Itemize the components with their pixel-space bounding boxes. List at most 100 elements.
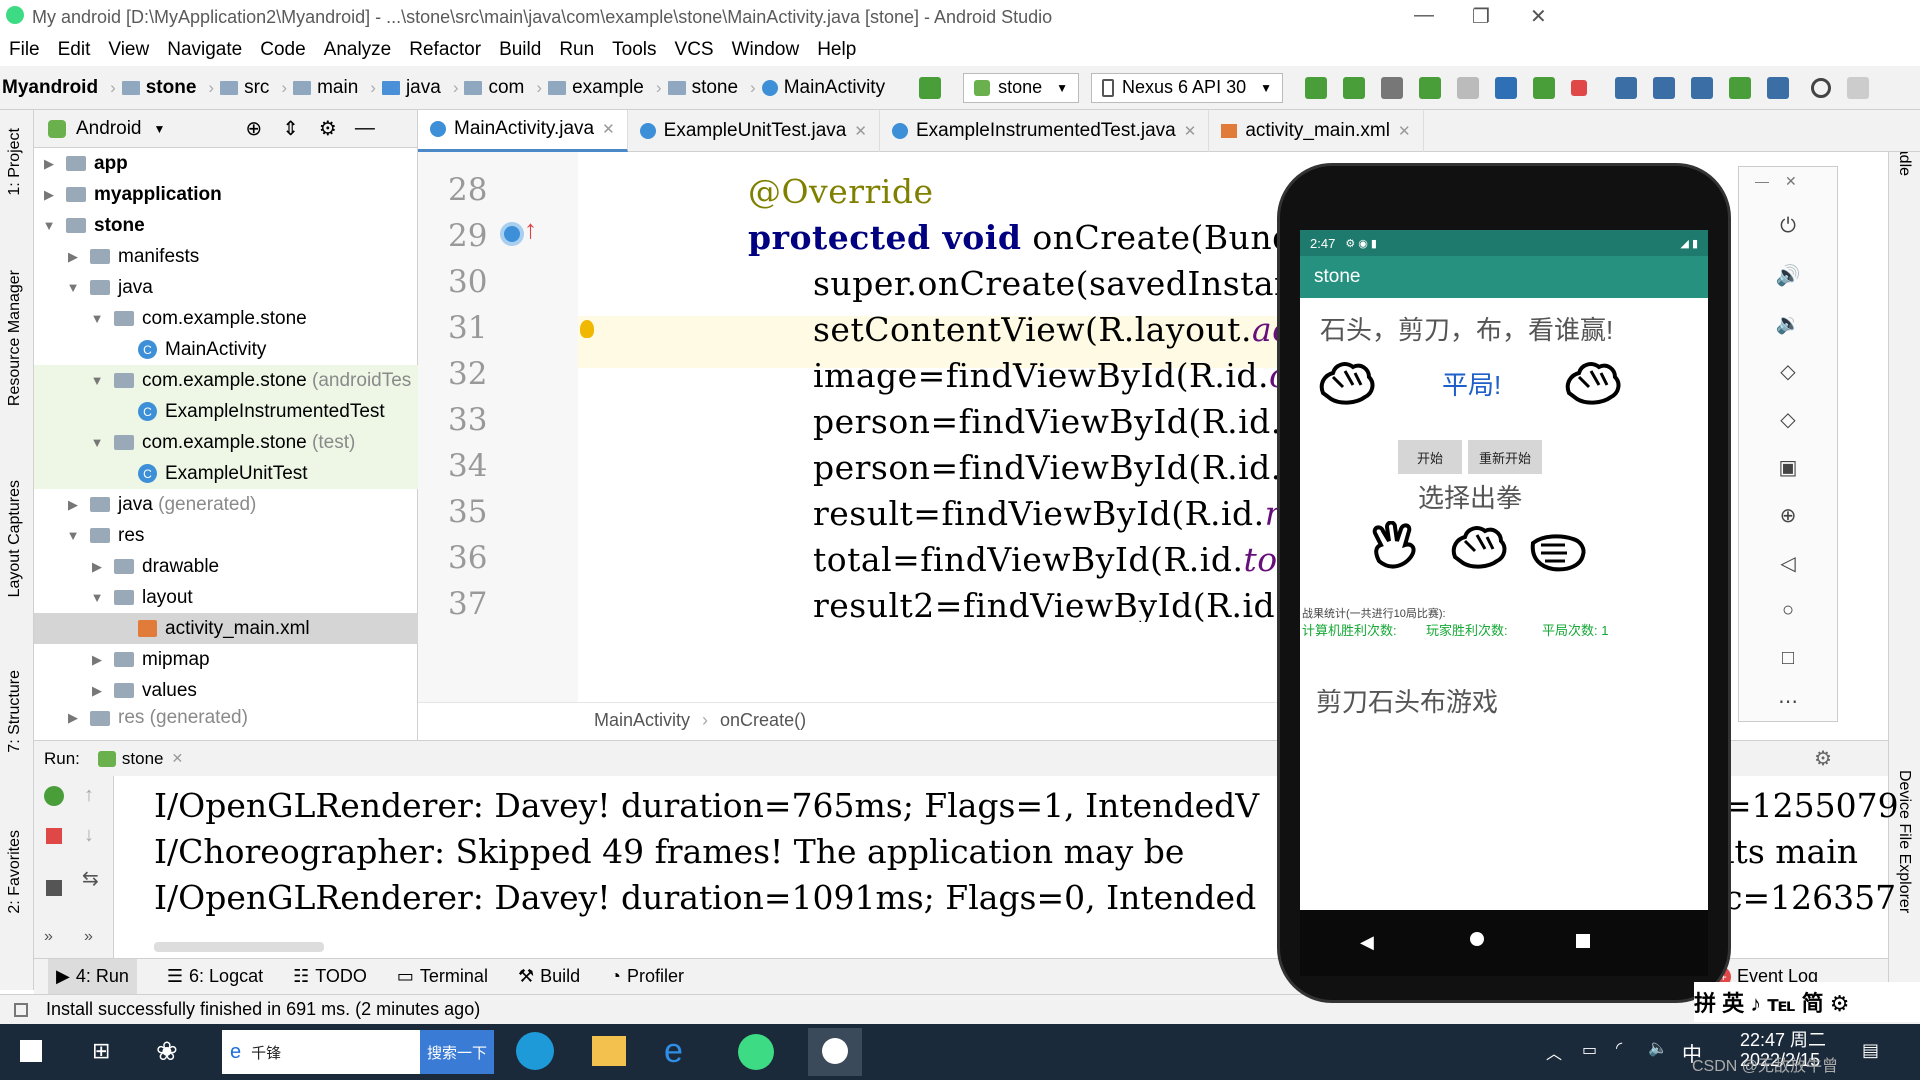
avd-manager-icon[interactable] — [1652, 76, 1675, 99]
close-tab-icon[interactable]: ✕ — [172, 750, 184, 767]
menu-code[interactable]: Code — [260, 39, 305, 61]
project-view-select[interactable]: Android — [76, 118, 142, 140]
toggle-tool-windows-icon[interactable] — [14, 1002, 28, 1017]
notification-icon[interactable]: ▤ — [1862, 1040, 1879, 1061]
stop-icon[interactable] — [1570, 79, 1587, 96]
run-tab[interactable]: ▶ 4: Run — [48, 958, 137, 995]
tree-item-mipmap[interactable]: ▶ mipmap — [34, 644, 418, 675]
resource-manager-tab[interactable]: Resource Manager — [6, 270, 24, 406]
expand-icon[interactable]: » — [84, 928, 93, 946]
close-tab-icon[interactable]: ✕ — [602, 120, 615, 138]
tree-item-java[interactable]: ▼ java — [34, 272, 418, 303]
power-icon[interactable]: ⏻ — [1775, 215, 1801, 237]
expand-icon[interactable]: » — [44, 928, 53, 946]
close-tab-icon[interactable]: ✕ — [1398, 122, 1411, 140]
apply-changes-icon[interactable] — [1304, 76, 1327, 99]
volume-up-icon[interactable]: 🔊 — [1775, 263, 1801, 287]
close-tab-icon[interactable]: ✕ — [854, 122, 867, 140]
breadcrumb-com[interactable]: com — [464, 77, 524, 99]
rerun-icon[interactable] — [44, 786, 64, 806]
breadcrumb-stone-pkg[interactable]: stone — [667, 77, 738, 99]
override-method-icon[interactable] — [500, 222, 524, 246]
tree-item-package-androidtest[interactable]: ▼ com.example.stone (androidTes — [34, 365, 418, 396]
structure-tab[interactable]: 7: Structure — [6, 670, 24, 753]
tree-item-stone[interactable]: ▼ stone — [34, 210, 418, 241]
battery-icon[interactable]: ▭ — [1582, 1040, 1597, 1060]
arrow-down-icon[interactable]: ↓ — [84, 824, 94, 847]
profile-icon[interactable] — [1494, 76, 1517, 99]
rotate-left-icon[interactable]: ◇ — [1775, 359, 1801, 383]
attach-icon[interactable] — [1456, 76, 1479, 99]
project-tool-tab[interactable]: 1: Project — [6, 128, 24, 196]
crumb-mainactivity[interactable]: MainActivity — [594, 710, 690, 731]
close-icon[interactable]: ✕ — [1530, 4, 1547, 29]
home-icon[interactable] — [1470, 932, 1484, 946]
build-tab[interactable]: ⚒ Build — [518, 966, 580, 987]
menu-help[interactable]: Help — [817, 39, 856, 61]
breadcrumb-mainactivity[interactable]: MainActivity — [761, 77, 885, 99]
tab-exampleinstrumentedtest[interactable]: ExampleInstrumentedTest.java ✕ — [880, 109, 1210, 152]
horizontal-scrollbar[interactable] — [154, 942, 324, 952]
sdk-manager-icon[interactable] — [1766, 76, 1789, 99]
tree-item-java-generated[interactable]: ▶ java (generated) — [34, 489, 418, 520]
tree-item-mainactivity[interactable]: C MainActivity — [34, 334, 418, 365]
logcat-tab[interactable]: ☰ 6: Logcat — [167, 966, 263, 987]
device-select[interactable]: Nexus 6 API 30 ▼ — [1091, 72, 1283, 103]
terminal-tab[interactable]: ▭ Terminal — [397, 966, 488, 987]
menu-refactor[interactable]: Refactor — [409, 39, 481, 61]
breadcrumb-main[interactable]: main — [293, 77, 358, 99]
app-launcher-icon[interactable]: ❀ — [156, 1036, 178, 1067]
menu-navigate[interactable]: Navigate — [167, 39, 242, 61]
gear-icon[interactable]: ⚙ — [319, 116, 337, 141]
tab-exampleunittest[interactable]: ExampleUnitTest.java ✕ — [628, 109, 880, 152]
tray-chevron-icon[interactable]: ︿ — [1546, 1040, 1562, 1064]
camera-icon[interactable]: ▣ — [1775, 455, 1801, 479]
ie-icon[interactable]: e — [664, 1032, 683, 1071]
tree-item-manifests[interactable]: ▶ manifests — [34, 241, 418, 272]
hammer-icon[interactable] — [919, 76, 942, 99]
search-button[interactable]: 搜索一下 — [420, 1030, 494, 1074]
user-icon[interactable] — [1846, 76, 1869, 99]
tree-item-drawable[interactable]: ▶ drawable — [34, 551, 418, 582]
more-icon[interactable]: ⋯ — [1775, 689, 1801, 713]
start-button[interactable]: 开始 — [1398, 440, 1462, 474]
tree-item-values[interactable]: ▶ values — [34, 675, 418, 706]
tree-item-activity-main-xml[interactable]: activity_main.xml — [34, 613, 418, 644]
breadcrumb-myandroid[interactable]: Myandroid — [2, 77, 98, 99]
rock-option-image[interactable] — [1444, 516, 1514, 586]
menu-edit[interactable]: Edit — [58, 39, 91, 61]
soft-wrap-icon[interactable]: ⇆ — [82, 866, 99, 891]
run-config-select[interactable]: stone ▼ — [963, 72, 1080, 103]
android-studio-taskbar-icon[interactable] — [738, 1034, 774, 1070]
layout-icon[interactable] — [46, 880, 62, 896]
wifi-icon[interactable]: ◜ — [1616, 1038, 1622, 1058]
menu-analyze[interactable]: Analyze — [324, 39, 392, 61]
breadcrumb-example[interactable]: example — [548, 77, 644, 99]
minimize-icon[interactable]: — — [1755, 173, 1769, 189]
emulator-screen[interactable]: 2:47 ⚙ ◉ ▮ ◢ ▮ stone 石头，剪刀，布，看谁赢! 平局! 开始… — [1300, 230, 1708, 910]
code-editor[interactable]: 28 29 30 31 32 33 34 35 36 37 ↑ @Overrid… — [418, 152, 1361, 702]
debug-icon[interactable] — [1418, 76, 1441, 99]
menu-build[interactable]: Build — [499, 39, 541, 61]
volume-down-icon[interactable]: 🔉 — [1775, 311, 1801, 335]
overview-icon[interactable]: □ — [1775, 647, 1801, 669]
lightbulb-icon[interactable] — [580, 320, 594, 338]
run-config-tab[interactable]: stone — [122, 749, 164, 769]
restore-icon[interactable]: ❐ — [1472, 4, 1490, 29]
menu-view[interactable]: View — [108, 39, 149, 61]
sync-icon[interactable] — [1690, 76, 1713, 99]
todo-tab[interactable]: ☷ TODO — [293, 966, 367, 987]
breadcrumb-java[interactable]: java — [381, 77, 441, 99]
ime-toolbar[interactable]: 拼 英 ♪ ℡ 简 ⚙ — [1694, 982, 1920, 1022]
arrow-up-icon[interactable]: ↑ — [84, 784, 94, 807]
task-view-icon[interactable]: ⊞ — [92, 1038, 110, 1064]
device-manager-icon[interactable] — [1728, 76, 1751, 99]
tree-item-layout[interactable]: ▼ layout — [34, 582, 418, 613]
menu-file[interactable]: File — [9, 39, 40, 61]
menu-run[interactable]: Run — [559, 39, 594, 61]
close-tab-icon[interactable]: ✕ — [1184, 122, 1197, 140]
menu-vcs[interactable]: VCS — [675, 39, 714, 61]
rotate-right-icon[interactable]: ◇ — [1775, 407, 1801, 431]
paper-option-image[interactable] — [1524, 516, 1594, 586]
favorites-tab[interactable]: 2: Favorites — [6, 830, 24, 914]
